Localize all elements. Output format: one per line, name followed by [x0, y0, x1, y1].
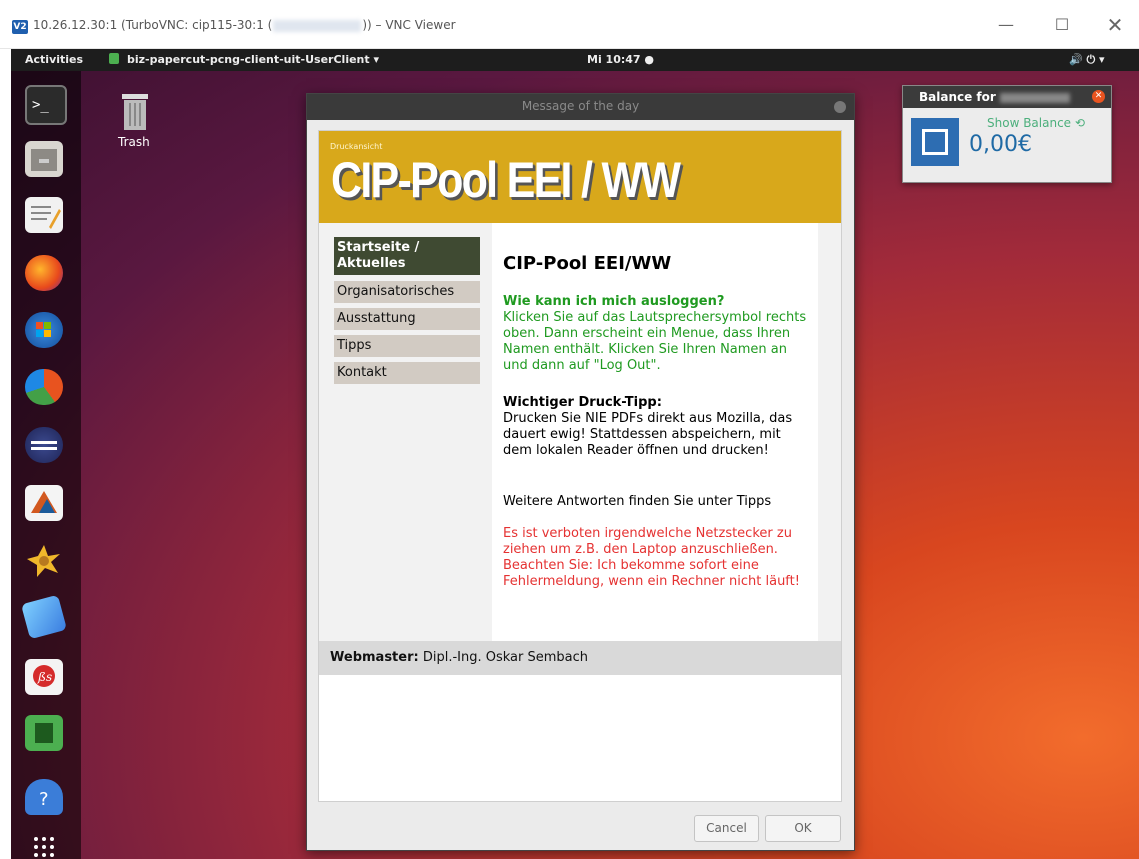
windows-remote-icon[interactable]	[25, 312, 63, 348]
nav-item-tipps[interactable]: Tipps	[334, 335, 480, 357]
help-icon[interactable]: ?	[25, 779, 63, 815]
logout-question-body: Klicken Sie auf das Lautsprechersymbol r…	[503, 310, 807, 373]
warning-text: Es ist verboten irgendwelche Netzstecker…	[503, 526, 800, 589]
webmaster-label: Webmaster:	[330, 650, 419, 665]
activities-button[interactable]: Activities	[25, 53, 83, 66]
terminal-icon[interactable]: >_	[25, 85, 67, 125]
vnc-logo-icon: V2	[12, 20, 28, 34]
redacted-username	[999, 92, 1070, 103]
papercut-dock-icon[interactable]	[25, 715, 63, 751]
redacted-username	[273, 19, 362, 32]
webmaster-footer: Webmaster: Dipl.-Ing. Oskar Sembach	[319, 641, 841, 675]
dialog-titlebar: Message of the day	[307, 94, 854, 120]
vnc-title-suffix: )) – VNC Viewer	[362, 18, 456, 32]
balance-header: Balance for ✕	[903, 86, 1111, 108]
svg-text:?: ?	[39, 789, 49, 810]
papercut-app-icon	[109, 53, 119, 64]
close-window-button[interactable]: ✕	[1092, 10, 1138, 40]
system-menu[interactable]: 🔊 ⏻ ▾	[1069, 53, 1105, 67]
webmaster-name: Dipl.-Ing. Oskar Sembach	[418, 650, 589, 665]
text-editor-icon[interactable]	[25, 197, 63, 233]
files-icon[interactable]	[25, 141, 63, 177]
balance-close-icon[interactable]: ✕	[1092, 90, 1105, 103]
matlab-icon[interactable]	[25, 485, 63, 521]
virtualbox-icon[interactable]	[20, 594, 68, 640]
dialog-content: Druckansicht CIP-Pool EEI / WW Startseit…	[318, 130, 842, 802]
starburst-app-icon[interactable]	[25, 543, 63, 579]
cancel-button[interactable]: Cancel	[694, 815, 759, 842]
solidworks-icon[interactable]: ßs	[25, 659, 63, 695]
trash-icon[interactable]	[119, 91, 151, 131]
dialog-close-icon[interactable]	[834, 101, 846, 113]
show-balance-link[interactable]: Show Balance ⟲	[987, 116, 1085, 130]
ok-button[interactable]: OK	[765, 815, 841, 842]
calc-chart-icon[interactable]	[25, 369, 63, 405]
print-tip-body: Drucken Sie NIE PDFs direkt aus Mozilla,…	[503, 411, 793, 458]
nav-item-ausstattung[interactable]: Ausstattung	[334, 308, 480, 330]
clock[interactable]: Mi 10:47 ●	[587, 53, 654, 66]
page-nav: Startseite / Aktuelles Organisatorisches…	[334, 237, 480, 389]
balance-title: Balance for	[919, 90, 996, 104]
papercut-balance-widget: Balance for ✕ Show Balance ⟲ 0,00€	[902, 85, 1112, 183]
svg-text:ßs: ßs	[36, 670, 52, 684]
logout-question-heading: Wie kann ich mich ausloggen?	[503, 294, 725, 309]
print-tip-heading: Wichtiger Druck-Tipp:	[503, 395, 662, 410]
page-body: Startseite / Aktuelles Organisatorisches…	[319, 223, 841, 641]
print-view-link[interactable]: Druckansicht	[330, 142, 382, 151]
eclipse-icon[interactable]	[25, 427, 63, 463]
nav-item-startseite[interactable]: Startseite / Aktuelles	[334, 237, 480, 275]
remote-desktop: Activities biz-papercut-pcng-client-uit-…	[11, 49, 1139, 859]
gnome-top-bar: Activities biz-papercut-pcng-client-uit-…	[11, 49, 1139, 71]
message-of-the-day-dialog: Message of the day Druckansicht CIP-Pool…	[306, 93, 855, 851]
minimize-button[interactable]: —	[983, 10, 1029, 40]
vnc-title-prefix: 10.26.12.30:1 (TurboVNC: cip115-30:1 (	[33, 18, 273, 32]
papercut-logo-icon	[911, 118, 959, 166]
more-answers-text: Weitere Antworten finden Sie unter Tipps	[503, 494, 772, 509]
nav-item-kontakt[interactable]: Kontakt	[334, 362, 480, 384]
trash-label: Trash	[118, 135, 150, 149]
main-content: CIP-Pool EEI/WW Wie kann ich mich auslog…	[492, 223, 818, 641]
dock: >_ ßs ?	[11, 71, 81, 859]
firefox-icon[interactable]	[25, 255, 63, 291]
nav-item-organisatorisches[interactable]: Organisatorisches	[334, 281, 480, 303]
vnc-titlebar: V2 10.26.12.30:1 (TurboVNC: cip115-30:1 …	[0, 0, 1139, 49]
svg-text:>_: >_	[32, 97, 49, 113]
maximize-button[interactable]: ☐	[1039, 10, 1085, 40]
vnc-window-title: 10.26.12.30:1 (TurboVNC: cip115-30:1 ())…	[33, 18, 456, 32]
show-applications-icon[interactable]	[25, 831, 63, 859]
dialog-title: Message of the day	[521, 99, 640, 113]
banner-title: CIP-Pool EEI / WW	[331, 152, 681, 208]
page-banner: Druckansicht CIP-Pool EEI / WW	[319, 131, 841, 223]
balance-value: 0,00€	[969, 132, 1032, 157]
app-menu[interactable]: biz-papercut-pcng-client-uit-UserClient …	[127, 53, 379, 66]
main-title: CIP-Pool EEI/WW	[503, 253, 672, 274]
